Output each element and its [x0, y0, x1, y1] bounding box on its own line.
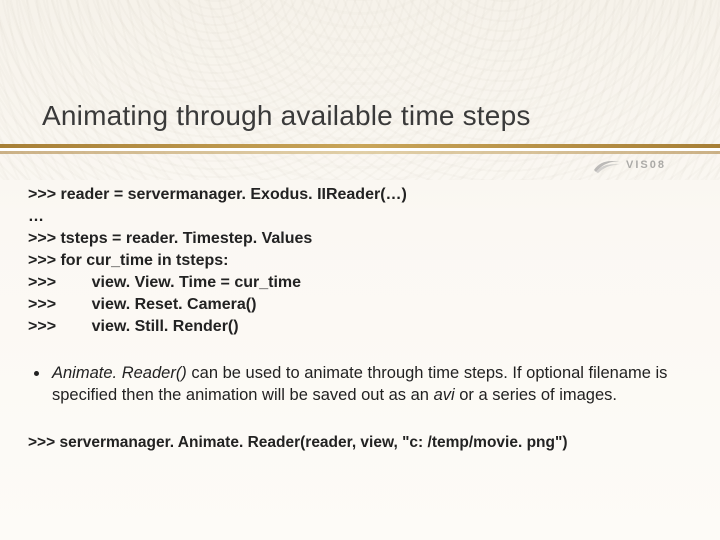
bullet-item: Animate. Reader() can be used to animate… [50, 362, 680, 406]
code-line: >>> view. Reset. Camera() [28, 294, 680, 316]
slide: Animating through available time steps V… [0, 0, 720, 540]
code-line: >>> view. Still. Render() [28, 316, 680, 338]
logo-swish-icon [592, 156, 622, 174]
bullet-avi: avi [434, 386, 455, 404]
slide-title: Animating through available time steps [42, 100, 531, 132]
vis08-logo: VIS08 [556, 152, 666, 178]
code-line: >>> reader = servermanager. Exodus. IIRe… [28, 184, 680, 206]
code-line: >>> for cur_time in tsteps: [28, 250, 680, 272]
bullet-block: Animate. Reader() can be used to animate… [28, 362, 680, 406]
code-line: >>> tsteps = reader. Timestep. Values [28, 228, 680, 250]
logo-text: VIS08 [626, 159, 666, 171]
bottom-code-line: >>> servermanager. Animate. Reader(reade… [28, 434, 680, 452]
code-line: … [28, 206, 680, 228]
code-block: >>> reader = servermanager. Exodus. IIRe… [28, 184, 680, 338]
code-line: >>> view. View. Time = cur_time [28, 272, 680, 294]
bullet-text-tail: or a series of images. [455, 386, 617, 404]
bullet-fn: Animate. Reader() [52, 364, 187, 382]
